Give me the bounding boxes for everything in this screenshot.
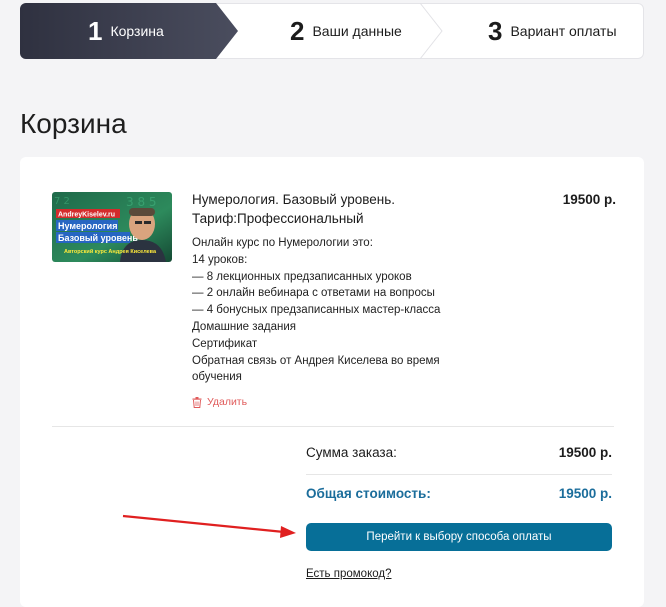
product-image: 3 8 5 7 2 AndreyKiselev.ru Нумерология Б… <box>52 192 172 262</box>
step-label: Ваши данные <box>312 23 402 39</box>
total-value: 19500 р. <box>558 486 612 501</box>
description-line: Сертификат <box>192 337 258 350</box>
svg-text:3 8 5: 3 8 5 <box>126 195 157 209</box>
order-sum-row: Сумма заказа: 19500 р. <box>306 445 612 460</box>
description-line: — 4 бонусных предзаписанных мастер-класс… <box>192 304 441 317</box>
description-line: — 2 онлайн вебинара с ответами на вопрос… <box>192 287 435 300</box>
promo-code-link[interactable]: Есть промокод? <box>306 568 391 580</box>
thumb-author-text: Авторский курс Андрея Киселева <box>64 248 157 255</box>
product-title-line1: Нумерология. Базовый уровень. <box>192 192 395 207</box>
step-your-data[interactable]: 2 Ваши данные <box>290 3 402 59</box>
cart-card: 3 8 5 7 2 AndreyKiselev.ru Нумерология Б… <box>20 157 644 607</box>
description-line: Обратная связь от Андрея Киселева во вре… <box>192 354 440 367</box>
divider <box>52 426 614 427</box>
step-number: 1 <box>88 15 103 46</box>
product-price: 19500 р. <box>562 192 616 207</box>
page-title: Корзина <box>20 108 127 139</box>
order-sum-label: Сумма заказа: <box>306 445 397 460</box>
thumb-site-text: AndreyKiselev.ru <box>58 212 115 219</box>
order-sum-value: 19500 р. <box>558 445 612 460</box>
step-label: Вариант оплаты <box>510 23 617 39</box>
thumb-title-line2: Базовый уровень <box>58 233 138 243</box>
checkout-steps: 1 Корзина 2 Ваши данные 3 Вариант оплаты <box>20 3 644 59</box>
step-cart[interactable]: 1 Корзина <box>88 3 164 59</box>
step-number: 2 <box>290 15 305 46</box>
description-line: Домашние задания <box>192 320 296 333</box>
product-thumbnail[interactable]: 3 8 5 7 2 AndreyKiselev.ru Нумерология Б… <box>52 192 172 262</box>
svg-text:7 2: 7 2 <box>54 196 70 207</box>
step-label: Корзина <box>110 23 164 39</box>
delete-label: Удалить <box>207 396 248 408</box>
product-description: Онлайн курс по Нумерологии это: 14 уроко… <box>192 235 492 386</box>
delete-item-button[interactable]: Удалить <box>192 396 247 408</box>
step-number: 3 <box>488 15 503 46</box>
go-to-payment-button[interactable]: Перейти к выбору способа оплаты <box>306 523 612 551</box>
divider <box>306 474 612 475</box>
product-title-line2: Тариф:Профессиональный <box>192 211 364 226</box>
description-line: — 8 лекционных предзаписанных уроков <box>192 270 412 283</box>
product-title[interactable]: Нумерология. Базовый уровень. Тариф:Проф… <box>192 190 492 228</box>
total-row: Общая стоимость: 19500 р. <box>306 486 612 501</box>
step-payment-option[interactable]: 3 Вариант оплаты <box>488 3 617 59</box>
thumb-title-line1: Нумерология <box>58 221 117 231</box>
trash-icon <box>192 396 202 408</box>
description-line: Онлайн курс по Нумерологии это: <box>192 237 373 249</box>
description-line: обучения <box>192 371 242 384</box>
step-separator <box>419 3 443 59</box>
total-label: Общая стоимость: <box>306 486 431 501</box>
description-line: 14 уроков: <box>192 253 248 266</box>
